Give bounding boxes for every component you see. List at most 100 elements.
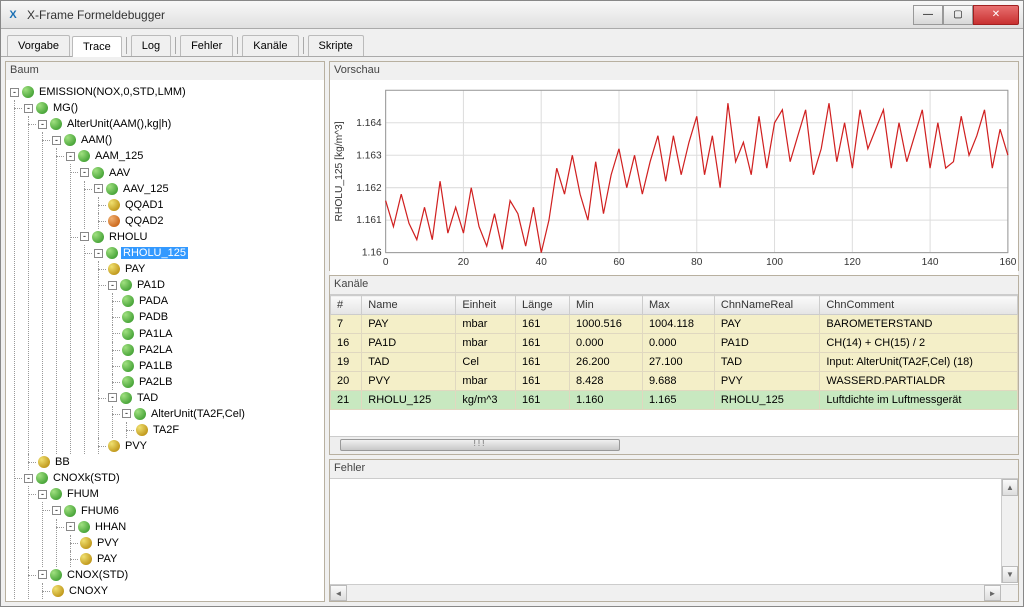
tree-node-pvy[interactable]: PVY: [123, 440, 149, 452]
app-icon: X: [5, 7, 21, 23]
tree-toggle-icon[interactable]: -: [52, 136, 61, 145]
tree-node-qqad2[interactable]: QQAD2: [123, 215, 166, 227]
tree-node-cnox[interactable]: CNOX(STD): [65, 569, 130, 581]
node-icon: [78, 150, 90, 162]
kanaele-table[interactable]: #NameEinheitLängeMinMaxChnNameRealChnCom…: [330, 295, 1018, 410]
node-icon: [50, 118, 62, 130]
tree-toggle-icon[interactable]: -: [108, 281, 117, 290]
fehler-body[interactable]: ▲ ▼ ◄ ►: [330, 478, 1018, 601]
chart-area[interactable]: 0204060801001201401601.161.1611.1621.163…: [330, 80, 1018, 275]
tree-node-rholu[interactable]: RHOLU: [107, 231, 150, 243]
tab-vorgabe[interactable]: Vorgabe: [7, 35, 70, 56]
tree-node-hhan[interactable]: HHAN: [93, 521, 128, 533]
tab-fehler[interactable]: Fehler: [180, 35, 233, 56]
tab-skripte[interactable]: Skripte: [308, 35, 364, 56]
column-header[interactable]: ChnNameReal: [714, 296, 819, 315]
tree-toggle-icon[interactable]: -: [24, 474, 33, 483]
tree-toggle-icon[interactable]: -: [80, 232, 89, 241]
node-icon: [120, 279, 132, 291]
table-cell: 8.428: [570, 372, 643, 391]
column-header[interactable]: #: [331, 296, 362, 315]
tree-toggle-icon[interactable]: -: [66, 522, 75, 531]
tree-node-padb[interactable]: PADB: [137, 311, 170, 323]
tree-node-alterunit2[interactable]: AlterUnit(TA2F,Cel): [149, 408, 247, 420]
tree-toggle-icon[interactable]: -: [122, 409, 131, 418]
tree-node-cnoxy[interactable]: CNOXY: [67, 585, 110, 597]
tree-node-pvy2[interactable]: PVY: [95, 537, 121, 549]
tree-toggle-icon[interactable]: -: [10, 88, 19, 97]
table-row[interactable]: 16PA1Dmbar1610.0000.000PA1D CH(14) + CH(…: [331, 334, 1018, 353]
tree-toggle-icon[interactable]: -: [38, 570, 47, 579]
scroll-right-icon[interactable]: ►: [984, 585, 1001, 601]
table-cell: PA1D: [714, 334, 819, 353]
svg-text:160: 160: [999, 257, 1016, 268]
tree-node-fhum[interactable]: FHUM: [65, 488, 101, 500]
tree-node-pa2la[interactable]: PA2LA: [137, 344, 174, 356]
horizontal-scrollbar[interactable]: [330, 436, 1018, 454]
scroll-up-icon[interactable]: ▲: [1002, 479, 1018, 496]
minimize-button[interactable]: —: [913, 5, 943, 25]
close-button[interactable]: ✕: [973, 5, 1019, 25]
tree-toggle-icon[interactable]: -: [52, 506, 61, 515]
tree-node-fhum6[interactable]: FHUM6: [79, 505, 121, 517]
column-header[interactable]: Name: [362, 296, 456, 315]
svg-text:0: 0: [383, 257, 389, 268]
tree-toggle-icon[interactable]: -: [80, 168, 89, 177]
tree-toggle-icon[interactable]: -: [94, 184, 103, 193]
horizontal-scrollbar[interactable]: ◄ ►: [330, 584, 1018, 601]
column-header[interactable]: Länge: [516, 296, 570, 315]
node-icon: [122, 376, 134, 388]
column-header[interactable]: Einheit: [456, 296, 516, 315]
tree-node-alterunit1[interactable]: AlterUnit(AAM(),kg|h): [65, 118, 173, 130]
tree-toggle-icon[interactable]: -: [108, 393, 117, 402]
tree-toggle-icon[interactable]: -: [38, 120, 47, 129]
tree-node-tad[interactable]: TAD: [135, 392, 160, 404]
tree-node-pay2[interactable]: PAY: [95, 553, 119, 565]
tree-node-pada[interactable]: PADA: [137, 295, 170, 307]
table-cell: 161: [516, 391, 570, 410]
scrollbar-thumb[interactable]: [340, 439, 620, 451]
scroll-left-icon[interactable]: ◄: [330, 585, 347, 601]
tree-toggle-icon[interactable]: -: [38, 490, 47, 499]
tree-node-aav[interactable]: AAV: [107, 167, 132, 179]
column-header[interactable]: Max: [642, 296, 714, 315]
tree-node-qqad1[interactable]: QQAD1: [123, 199, 166, 211]
tree-toggle-icon[interactable]: -: [94, 249, 103, 258]
tree-node-bb[interactable]: BB: [53, 456, 72, 468]
table-row[interactable]: 21RHOLU_125kg/m^31611.1601.165RHOLU_125L…: [331, 391, 1018, 410]
tree-node-cnoxk[interactable]: CNOXk(STD): [51, 472, 122, 484]
scroll-down-icon[interactable]: ▼: [1002, 566, 1018, 583]
tree-node-emission[interactable]: EMISSION(NOX,0,STD,LMM): [37, 86, 188, 98]
column-header[interactable]: ChnComment: [820, 296, 1018, 315]
tree-node-aam125[interactable]: AAM_125: [93, 150, 145, 162]
tree-node-rholu125[interactable]: RHOLU_125: [121, 247, 188, 259]
tab-trace[interactable]: Trace: [72, 36, 122, 57]
tree-node-pa2lb[interactable]: PA2LB: [137, 376, 174, 388]
table-cell: PVY: [714, 372, 819, 391]
tree-toggle-icon[interactable]: -: [24, 104, 33, 113]
tree-view[interactable]: -EMISSION(NOX,0,STD,LMM) -MG() -AlterUni…: [6, 80, 324, 601]
tab-log[interactable]: Log: [131, 35, 171, 56]
fehler-panel: Fehler ▲ ▼ ◄ ►: [329, 459, 1019, 602]
tree-node-pay[interactable]: PAY: [123, 263, 147, 275]
table-row[interactable]: 19TADCel16126.20027.100TADInput: AlterUn…: [331, 353, 1018, 372]
tree-node-pa1lb[interactable]: PA1LB: [137, 360, 174, 372]
table-row[interactable]: 20PVYmbar1618.4289.688PVYWASSERD.PARTIAL…: [331, 372, 1018, 391]
vertical-scrollbar[interactable]: ▲ ▼: [1001, 479, 1018, 583]
column-header[interactable]: Min: [570, 296, 643, 315]
tree-node-ta2f[interactable]: TA2F: [151, 424, 181, 436]
tab-kanaele[interactable]: Kanäle: [242, 35, 298, 56]
tree-node-mg[interactable]: MG(): [51, 102, 80, 114]
node-icon: [38, 456, 50, 468]
table-row[interactable]: 7PAYmbar1611000.5161004.118PAYBAROMETERS…: [331, 315, 1018, 334]
tree-node-pa1d[interactable]: PA1D: [135, 279, 167, 291]
right-column: Vorschau 0204060801001201401601.161.1611…: [329, 61, 1019, 602]
tree-node-aam[interactable]: AAM(): [79, 134, 114, 146]
titlebar[interactable]: X X-Frame Formeldebugger — ▢ ✕: [1, 1, 1023, 29]
tree-node-aav125[interactable]: AAV_125: [121, 183, 171, 195]
tree-toggle-icon[interactable]: -: [66, 152, 75, 161]
node-icon: [64, 134, 76, 146]
tree-node-pa1la[interactable]: PA1LA: [137, 328, 174, 340]
node-icon: [122, 344, 134, 356]
maximize-button[interactable]: ▢: [943, 5, 973, 25]
